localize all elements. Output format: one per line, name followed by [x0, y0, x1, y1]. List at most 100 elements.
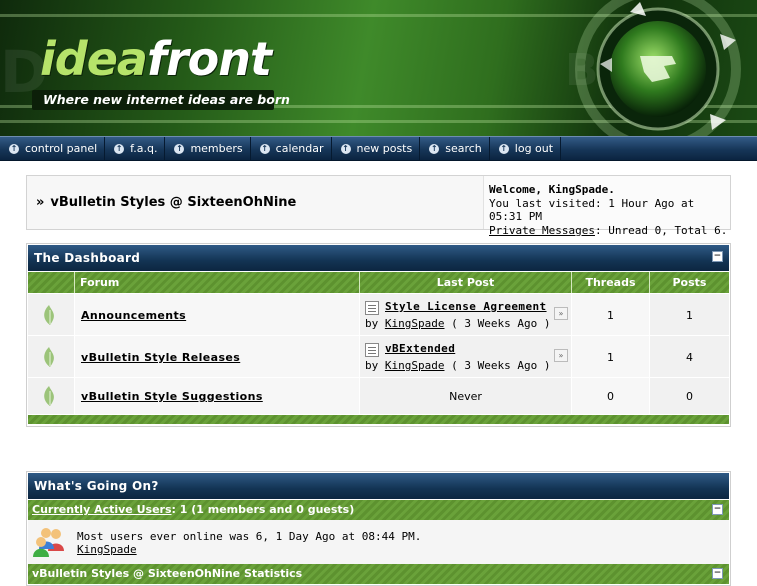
globe-icon: [575, 0, 741, 136]
logo-tagline: Where new internet ideas are born: [32, 90, 290, 110]
goto-last-post-icon[interactable]: »: [554, 307, 568, 320]
dashboard-header: The Dashboard −: [28, 245, 729, 271]
header-banner: D Be ideafront Where new internet ideas …: [0, 0, 757, 136]
nav-label: control panel: [25, 142, 98, 155]
whats-going-on-table: What's Going On? Currently Active Users:…: [26, 471, 731, 586]
threads-cell: 1: [572, 336, 650, 377]
nav-label: f.a.q.: [130, 142, 158, 155]
most-users-online: Most users ever online was 6, 1 Day Ago …: [77, 530, 422, 543]
threads-cell: 0: [572, 378, 650, 414]
nav-arrow-icon: ↑: [174, 143, 185, 154]
posts-count: 4: [686, 351, 693, 364]
breadcrumb-arrow: »: [36, 195, 45, 210]
navbar: ↑ control panel ↑ f.a.q. ↑ members ↑ calenda…: [0, 136, 757, 161]
nav-arrow-icon: ↑: [9, 143, 19, 154]
last-post-user[interactable]: KingSpade: [385, 359, 445, 372]
nav-calendar[interactable]: ↑ calendar: [251, 137, 332, 160]
last-post-title[interactable]: vBExtended: [385, 342, 455, 355]
forum-link[interactable]: vBulletin Style Suggestions: [81, 390, 263, 403]
nav-label: search: [445, 142, 482, 155]
site-logo[interactable]: ideafront Where new internet ideas are b…: [32, 32, 290, 110]
leaf-icon: [44, 347, 54, 367]
leaf-icon: [44, 386, 54, 406]
whats-going-on-title: What's Going On?: [34, 479, 159, 493]
online-user-link[interactable]: KingSpade: [77, 543, 421, 556]
private-messages-line: Private Messages: Unread 0, Total 6.: [489, 224, 730, 238]
users-online-icon: [33, 528, 64, 557]
posts-cell: 4: [650, 336, 729, 377]
goto-last-post-icon[interactable]: »: [554, 349, 568, 362]
column-forum: Forum: [75, 272, 360, 293]
nav-label: calendar: [275, 142, 324, 155]
nav-control-panel[interactable]: ↑ control panel: [0, 137, 106, 160]
nav-label: new posts: [356, 142, 413, 155]
posts-count: 0: [686, 390, 693, 403]
dashboard-column-headers: Forum Last Post Threads Posts: [28, 272, 729, 293]
last-post-never: Never: [449, 390, 482, 403]
column-threads: Threads: [572, 272, 650, 293]
forum-status-cell: [28, 336, 75, 377]
statistics-title: vBulletin Styles @ SixteenOhNine Statist…: [32, 567, 303, 580]
column-last-post: Last Post: [360, 272, 572, 293]
forum-cell: vBulletin Style Releases: [75, 336, 360, 377]
column-posts: Posts: [672, 276, 707, 289]
dashboard-footer: [28, 415, 729, 424]
active-users-header: Currently Active Users: 1 (1 members and…: [28, 500, 729, 520]
nav-faq[interactable]: ↑ f.a.q.: [105, 137, 166, 160]
posts-cell: 0: [650, 378, 729, 414]
active-users-link[interactable]: Currently Active Users: [32, 503, 172, 516]
nav-arrow-icon: ↑: [340, 143, 351, 154]
collapse-button[interactable]: −: [712, 568, 723, 579]
nav-arrow-icon: ↑: [429, 143, 440, 154]
forum-status-cell: [28, 294, 75, 335]
statistics-header: vBulletin Styles @ SixteenOhNine Statist…: [28, 564, 729, 584]
logo-wordmark: ideafront: [40, 32, 272, 86]
forum-row: vBulletin Style Releases vBExtended by K…: [28, 335, 729, 377]
last-post-by: by KingSpade ( 3 Weeks Ago ): [365, 317, 551, 330]
forum-link[interactable]: vBulletin Style Releases: [81, 351, 240, 364]
post-icon: [365, 343, 379, 357]
forum-cell: Announcements: [75, 294, 360, 335]
breadcrumb: » vBulletin Styles @ SixteenOhNine: [36, 195, 296, 210]
last-visited-text: You last visited: 1 Hour Ago at 05:31 PM: [489, 196, 695, 224]
last-post-title[interactable]: Style License Agreement: [385, 300, 547, 313]
private-messages-link[interactable]: Private Messages: [489, 224, 595, 237]
leaf-icon: [44, 305, 54, 325]
nav-search[interactable]: ↑ search: [420, 137, 490, 160]
dashboard-title: The Dashboard: [34, 251, 141, 265]
last-post-cell: Style License Agreement by KingSpade ( 3…: [360, 294, 572, 335]
threads-count: 0: [607, 390, 614, 403]
threads-count: 1: [607, 351, 614, 364]
forum-status-cell: [28, 378, 75, 414]
forum-row: vBulletin Style Suggestions Never 0 0: [28, 377, 729, 414]
last-post-by: by KingSpade ( 3 Weeks Ago ): [365, 359, 551, 372]
nav-arrow-icon: ↑: [259, 143, 270, 154]
nav-log-out[interactable]: ↑ log out: [490, 137, 562, 160]
nav-members[interactable]: ↑ members: [165, 137, 251, 160]
nav-arrow-icon: ↑: [498, 143, 509, 154]
forum-cell: vBulletin Style Suggestions: [75, 378, 360, 414]
posts-count: 1: [686, 309, 693, 322]
welcome-greeting: Welcome, KingSpade.: [489, 183, 615, 196]
forum-row: Announcements Style License Agreement by…: [28, 293, 729, 335]
pm-status: : Unread 0, Total 6.: [594, 223, 728, 237]
online-users-text: Most users ever online was 6, 1 Day Ago …: [77, 530, 421, 556]
collapse-button[interactable]: −: [712, 251, 723, 262]
last-post-user[interactable]: KingSpade: [385, 317, 445, 330]
active-users-count: : 1 (1 members and 0 guests): [171, 503, 355, 516]
threads-cell: 1: [572, 294, 650, 335]
threads-count: 1: [607, 309, 614, 322]
collapse-button[interactable]: −: [712, 504, 723, 515]
breadcrumb-title[interactable]: vBulletin Styles @ SixteenOhNine: [50, 195, 296, 210]
whats-going-on-header: What's Going On?: [28, 473, 729, 499]
forum-link[interactable]: Announcements: [81, 309, 186, 322]
nav-label: log out: [514, 142, 554, 155]
online-users-row: Most users ever online was 6, 1 Day Ago …: [28, 520, 729, 564]
welcome-panel: Welcome, KingSpade. You last visited: 1 …: [483, 176, 730, 237]
nav-label: members: [190, 142, 243, 155]
post-icon: [365, 301, 379, 315]
posts-cell: 1: [650, 294, 729, 335]
nav-arrow-icon: ↑: [114, 143, 125, 154]
nav-new-posts[interactable]: ↑ new posts: [332, 137, 421, 160]
dashboard-table: The Dashboard − Forum Last Post Threads …: [26, 243, 731, 427]
